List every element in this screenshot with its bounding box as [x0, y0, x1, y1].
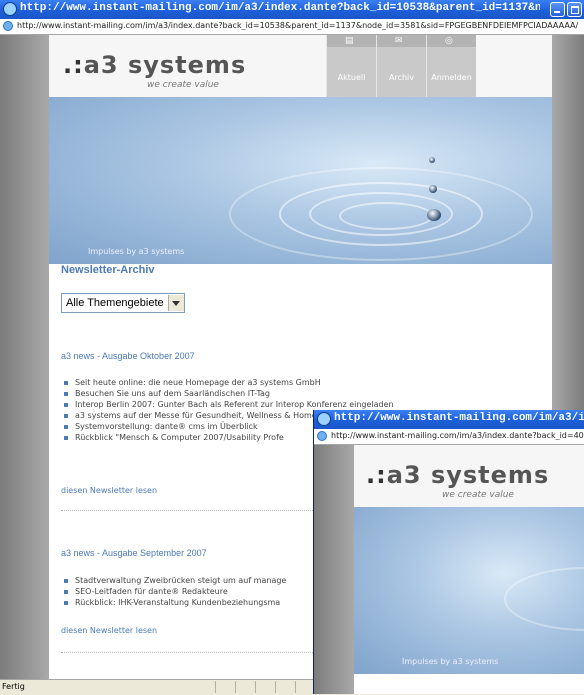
hero-banner: Impulses by a3 systems: [354, 507, 584, 674]
page-icon: [3, 21, 13, 31]
nav-tab-archiv[interactable]: ✉ Archiv: [376, 35, 426, 97]
ie-icon: [317, 412, 331, 426]
page-icon: [317, 431, 327, 441]
window-title: http://www.instant-mailing.com/im/a3/ind…: [20, 2, 540, 14]
title-bar[interactable]: http://www.instant-mailing.com/im/a3/ind…: [0, 0, 584, 19]
title-bar[interactable]: http://www.instant-mailing.com/im/a3/ind…: [314, 410, 584, 429]
minimize-button[interactable]: [550, 2, 565, 17]
water-drop-image: [429, 157, 435, 163]
site-header: .:a3 systems we create value ▤ Aktuell ✉…: [49, 35, 552, 97]
address-bar[interactable]: http://www.instant-mailing.com/im/a3/ind…: [314, 429, 584, 445]
address-url[interactable]: http://www.instant-mailing.com/im/a3/ind…: [17, 21, 584, 30]
site-header: .:a3 systems we create value: [354, 445, 584, 507]
nav-label: Aktuell: [337, 73, 366, 82]
main-nav: ▤ Aktuell ✉ Archiv ◎ Anmelden: [326, 35, 478, 97]
document-icon: ▤: [345, 36, 354, 46]
web-viewport: .:a3 systems we create value Impulses by…: [314, 445, 584, 694]
nav-tab-anmelden[interactable]: ◎ Anmelden: [426, 35, 476, 97]
topic-select-value: Alle Themengebiete: [66, 297, 164, 309]
site-tagline: we create value: [442, 490, 514, 500]
banner-caption: Impulses by a3 systems: [402, 657, 499, 666]
site-tagline: we create value: [147, 80, 219, 90]
hero-banner: Impulses by a3 systems: [49, 97, 552, 264]
web-page: .:a3 systems we create value Impulses by…: [354, 445, 584, 694]
issue-title-link[interactable]: a3 news - Ausgabe September 2007: [61, 548, 207, 558]
list-item: Besuchen Sie uns auf dem Saarländischen …: [61, 388, 541, 399]
issue-title-link[interactable]: a3 news - Ausgabe Oktober 2007: [61, 351, 195, 361]
address-bar[interactable]: http://www.instant-mailing.com/im/a3/ind…: [0, 19, 584, 35]
nav-label: Archiv: [388, 73, 414, 82]
read-newsletter-link[interactable]: diesen Newsletter lesen: [61, 486, 157, 495]
banner-caption: Impulses by a3 systems: [88, 247, 185, 256]
chevron-down-icon[interactable]: [167, 295, 184, 311]
list-item: Interop Berlin 2007: Gunter Bach als Ref…: [61, 399, 541, 410]
left-gutter: [0, 35, 49, 679]
second-browser-window[interactable]: http://www.instant-mailing.com/im/a3/ind…: [313, 410, 584, 694]
circle-icon: ◎: [445, 36, 453, 46]
maximize-button[interactable]: [567, 2, 582, 17]
site-logo[interactable]: .:a3 systems: [63, 51, 246, 79]
ie-icon: [3, 2, 17, 16]
page-title: Newsletter-Archiv: [61, 264, 155, 276]
window-title: http://www.instant-mailing.com/im/a3/ind…: [334, 412, 584, 424]
envelope-icon: ✉: [395, 36, 403, 46]
status-text: Fertig: [2, 682, 25, 691]
site-logo[interactable]: .:a3 systems: [366, 461, 549, 489]
nav-label: Anmelden: [431, 73, 472, 82]
list-item: Seit heute online: die neue Homepage der…: [61, 377, 541, 388]
nav-tab-aktuell[interactable]: ▤ Aktuell: [326, 35, 376, 97]
left-gutter: [314, 445, 354, 694]
address-url[interactable]: http://www.instant-mailing.com/im/a3/ind…: [331, 431, 584, 440]
read-newsletter-link[interactable]: diesen Newsletter lesen: [61, 626, 157, 635]
topic-select[interactable]: Alle Themengebiete: [61, 293, 185, 313]
